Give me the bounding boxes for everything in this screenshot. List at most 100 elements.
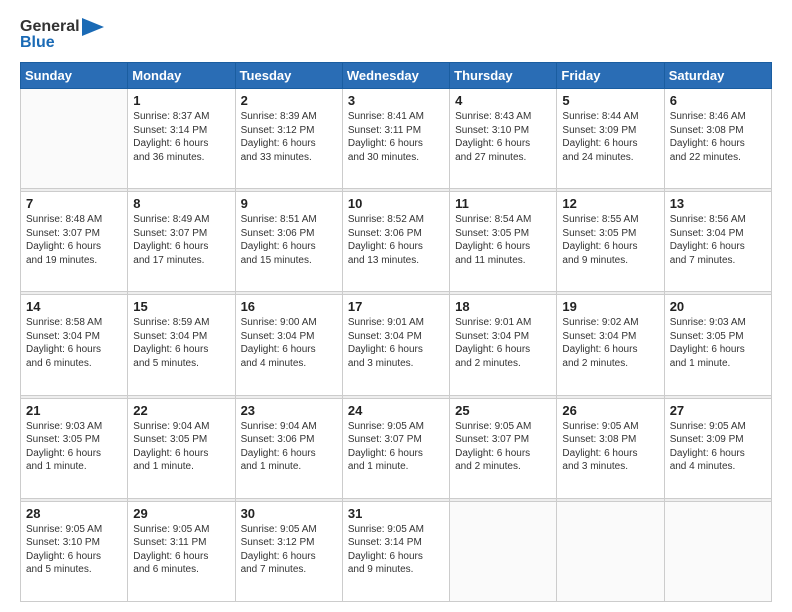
day-info: Sunrise: 8:37 AM Sunset: 3:14 PM Dayligh… xyxy=(133,110,229,164)
day-info: Sunrise: 8:54 AM Sunset: 3:05 PM Dayligh… xyxy=(455,213,551,267)
day-number: 17 xyxy=(348,299,444,314)
header-friday: Friday xyxy=(557,63,664,89)
header-thursday: Thursday xyxy=(450,63,557,89)
day-info: Sunrise: 8:59 AM Sunset: 3:04 PM Dayligh… xyxy=(133,316,229,370)
calendar-week-4: 28Sunrise: 9:05 AM Sunset: 3:10 PM Dayli… xyxy=(21,501,772,601)
day-number: 3 xyxy=(348,93,444,108)
calendar-cell: 6Sunrise: 8:46 AM Sunset: 3:08 PM Daylig… xyxy=(664,89,771,189)
day-info: Sunrise: 9:05 AM Sunset: 3:10 PM Dayligh… xyxy=(26,523,122,577)
header: General Blue xyxy=(20,18,772,52)
day-info: Sunrise: 8:49 AM Sunset: 3:07 PM Dayligh… xyxy=(133,213,229,267)
calendar-cell: 28Sunrise: 9:05 AM Sunset: 3:10 PM Dayli… xyxy=(21,501,128,601)
day-number: 24 xyxy=(348,403,444,418)
day-number: 27 xyxy=(670,403,766,418)
day-number: 2 xyxy=(241,93,337,108)
calendar-cell: 15 Sunrise: 8:59 AM Sunset: 3:04 PM Dayli… xyxy=(128,295,235,395)
day-info: Sunrise: 8:58 AM Sunset: 3:04 PM Dayligh… xyxy=(26,316,122,370)
day-info: Sunrise: 9:05 AM Sunset: 3:07 PM Dayligh… xyxy=(348,420,444,474)
header-saturday: Saturday xyxy=(664,63,771,89)
calendar-cell: 20Sunrise: 9:03 AM Sunset: 3:05 PM Dayli… xyxy=(664,295,771,395)
day-number: 19 xyxy=(562,299,658,314)
calendar-cell: 19 Sunrise: 9:02 AM Sunset: 3:04 PM Dayli… xyxy=(557,295,664,395)
calendar-cell: 24 Sunrise: 9:05 AM Sunset: 3:07 PM Dayli… xyxy=(342,398,449,498)
calendar-cell: 30 Sunrise: 9:05 AM Sunset: 3:12 PM Dayli… xyxy=(235,501,342,601)
day-info: Sunrise: 9:00 AM Sunset: 3:04 PM Dayligh… xyxy=(241,316,337,370)
calendar-cell: 5Sunrise: 8:44 AM Sunset: 3:09 PM Daylig… xyxy=(557,89,664,189)
day-number: 10 xyxy=(348,196,444,211)
calendar-cell: 3Sunrise: 8:41 AM Sunset: 3:11 PM Daylig… xyxy=(342,89,449,189)
calendar-cell: 13 Sunrise: 8:56 AM Sunset: 3:04 PM Dayli… xyxy=(664,192,771,292)
day-info: Sunrise: 9:04 AM Sunset: 3:05 PM Dayligh… xyxy=(133,420,229,474)
calendar-cell: 25 Sunrise: 9:05 AM Sunset: 3:07 PM Dayli… xyxy=(450,398,557,498)
day-info: Sunrise: 9:05 AM Sunset: 3:07 PM Dayligh… xyxy=(455,420,551,474)
day-info: Sunrise: 9:03 AM Sunset: 3:05 PM Dayligh… xyxy=(26,420,122,474)
calendar-cell xyxy=(557,501,664,601)
day-number: 25 xyxy=(455,403,551,418)
calendar-cell: 21 Sunrise: 9:03 AM Sunset: 3:05 PM Dayli… xyxy=(21,398,128,498)
calendar-cell: 7 Sunrise: 8:48 AM Sunset: 3:07 PM Daylig… xyxy=(21,192,128,292)
calendar-cell: 27 Sunrise: 9:05 AM Sunset: 3:09 PM Dayli… xyxy=(664,398,771,498)
day-number: 15 xyxy=(133,299,229,314)
calendar-cell: 12 Sunrise: 8:55 AM Sunset: 3:05 PM Dayli… xyxy=(557,192,664,292)
day-info: Sunrise: 9:05 AM Sunset: 3:08 PM Dayligh… xyxy=(562,420,658,474)
day-number: 21 xyxy=(26,403,122,418)
calendar-cell: 16 Sunrise: 9:00 AM Sunset: 3:04 PM Dayli… xyxy=(235,295,342,395)
calendar-cell xyxy=(664,501,771,601)
calendar-cell: 17 Sunrise: 9:01 AM Sunset: 3:04 PM Dayli… xyxy=(342,295,449,395)
calendar-cell: 4 Sunrise: 8:43 AM Sunset: 3:10 PM Daylig… xyxy=(450,89,557,189)
calendar-cell: 9Sunrise: 8:51 AM Sunset: 3:06 PM Daylig… xyxy=(235,192,342,292)
day-info: Sunrise: 8:44 AM Sunset: 3:09 PM Dayligh… xyxy=(562,110,658,164)
day-number: 20 xyxy=(670,299,766,314)
day-number: 31 xyxy=(348,506,444,521)
calendar-cell: 22 Sunrise: 9:04 AM Sunset: 3:05 PM Dayli… xyxy=(128,398,235,498)
calendar-cell xyxy=(21,89,128,189)
day-number: 13 xyxy=(670,196,766,211)
day-info: Sunrise: 8:51 AM Sunset: 3:06 PM Dayligh… xyxy=(241,213,337,267)
calendar-cell: 23Sunrise: 9:04 AM Sunset: 3:06 PM Dayli… xyxy=(235,398,342,498)
day-number: 11 xyxy=(455,196,551,211)
day-info: Sunrise: 8:46 AM Sunset: 3:08 PM Dayligh… xyxy=(670,110,766,164)
page: General Blue SundayMondayTuesdayWednesda… xyxy=(0,0,792,612)
header-monday: Monday xyxy=(128,63,235,89)
calendar-cell: 8Sunrise: 8:49 AM Sunset: 3:07 PM Daylig… xyxy=(128,192,235,292)
day-info: Sunrise: 8:52 AM Sunset: 3:06 PM Dayligh… xyxy=(348,213,444,267)
calendar-body: 1Sunrise: 8:37 AM Sunset: 3:14 PM Daylig… xyxy=(21,89,772,602)
day-number: 14 xyxy=(26,299,122,314)
day-info: Sunrise: 9:05 AM Sunset: 3:09 PM Dayligh… xyxy=(670,420,766,474)
day-info: Sunrise: 9:02 AM Sunset: 3:04 PM Dayligh… xyxy=(562,316,658,370)
calendar-cell: 1Sunrise: 8:37 AM Sunset: 3:14 PM Daylig… xyxy=(128,89,235,189)
calendar-week-2: 14 Sunrise: 8:58 AM Sunset: 3:04 PM Dayli… xyxy=(21,295,772,395)
calendar-cell: 14 Sunrise: 8:58 AM Sunset: 3:04 PM Dayli… xyxy=(21,295,128,395)
day-info: Sunrise: 9:05 AM Sunset: 3:12 PM Dayligh… xyxy=(241,523,337,577)
calendar-table: SundayMondayTuesdayWednesdayThursdayFrid… xyxy=(20,62,772,602)
header-wednesday: Wednesday xyxy=(342,63,449,89)
day-info: Sunrise: 9:01 AM Sunset: 3:04 PM Dayligh… xyxy=(455,316,551,370)
day-info: Sunrise: 9:04 AM Sunset: 3:06 PM Dayligh… xyxy=(241,420,337,474)
header-tuesday: Tuesday xyxy=(235,63,342,89)
day-number: 26 xyxy=(562,403,658,418)
logo: General Blue xyxy=(20,18,104,52)
day-number: 18 xyxy=(455,299,551,314)
day-info: Sunrise: 9:05 AM Sunset: 3:14 PM Dayligh… xyxy=(348,523,444,577)
day-info: Sunrise: 8:56 AM Sunset: 3:04 PM Dayligh… xyxy=(670,213,766,267)
day-number: 12 xyxy=(562,196,658,211)
calendar-week-1: 7 Sunrise: 8:48 AM Sunset: 3:07 PM Daylig… xyxy=(21,192,772,292)
day-info: Sunrise: 9:05 AM Sunset: 3:11 PM Dayligh… xyxy=(133,523,229,577)
calendar-cell: 31 Sunrise: 9:05 AM Sunset: 3:14 PM Dayli… xyxy=(342,501,449,601)
day-info: Sunrise: 9:01 AM Sunset: 3:04 PM Dayligh… xyxy=(348,316,444,370)
calendar-week-3: 21 Sunrise: 9:03 AM Sunset: 3:05 PM Dayli… xyxy=(21,398,772,498)
calendar-week-0: 1Sunrise: 8:37 AM Sunset: 3:14 PM Daylig… xyxy=(21,89,772,189)
day-info: Sunrise: 8:55 AM Sunset: 3:05 PM Dayligh… xyxy=(562,213,658,267)
calendar-cell: 18 Sunrise: 9:01 AM Sunset: 3:04 PM Dayli… xyxy=(450,295,557,395)
calendar-cell xyxy=(450,501,557,601)
day-info: Sunrise: 8:43 AM Sunset: 3:10 PM Dayligh… xyxy=(455,110,551,164)
day-number: 22 xyxy=(133,403,229,418)
day-number: 7 xyxy=(26,196,122,211)
day-info: Sunrise: 8:48 AM Sunset: 3:07 PM Dayligh… xyxy=(26,213,122,267)
day-info: Sunrise: 8:39 AM Sunset: 3:12 PM Dayligh… xyxy=(241,110,337,164)
day-number: 16 xyxy=(241,299,337,314)
day-number: 30 xyxy=(241,506,337,521)
calendar-cell: 10 Sunrise: 8:52 AM Sunset: 3:06 PM Dayli… xyxy=(342,192,449,292)
day-number: 4 xyxy=(455,93,551,108)
day-number: 29 xyxy=(133,506,229,521)
